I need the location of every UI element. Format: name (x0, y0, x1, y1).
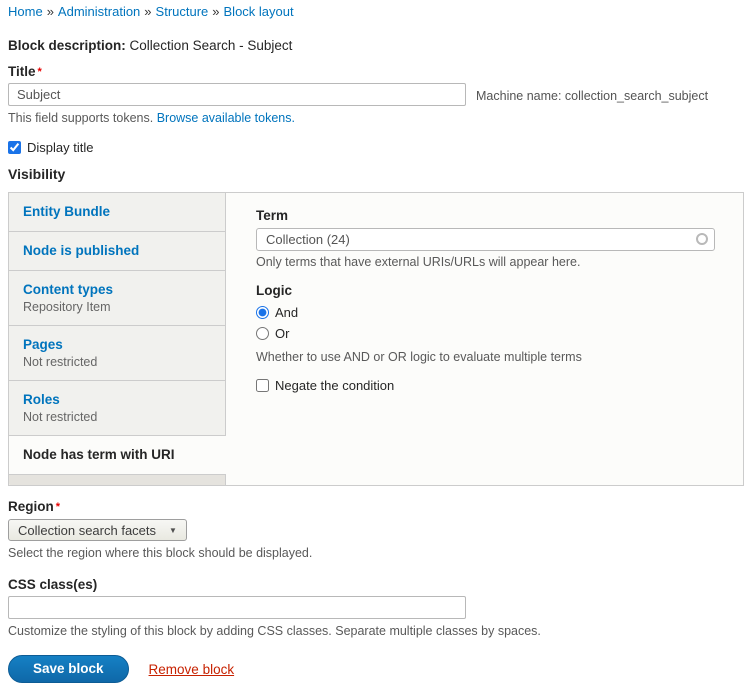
form-actions: Save block Remove block (8, 655, 745, 683)
breadcrumb: Home»Administration»Structure»Block layo… (8, 4, 745, 20)
title-label-text: Title (8, 64, 36, 79)
negate-condition-checkbox[interactable] (256, 379, 269, 392)
save-block-button[interactable]: Save block (8, 655, 129, 683)
breadcrumb-separator: » (144, 4, 151, 19)
region-label-text: Region (8, 499, 54, 514)
tab-node-has-term-with-uri[interactable]: Node has term with URI (9, 436, 226, 475)
breadcrumb-link-block-layout[interactable]: Block layout (224, 4, 294, 19)
block-description: Block description: Collection Search - S… (8, 37, 745, 55)
title-input[interactable] (8, 83, 466, 106)
region-select-value: Collection search facets (18, 523, 156, 538)
tab-menu-filler (9, 475, 225, 485)
tab-label: Roles (23, 391, 211, 409)
machine-name: Machine name: collection_search_subject (476, 89, 708, 103)
browse-tokens-link[interactable]: Browse available tokens. (157, 111, 295, 125)
tab-entity-bundle[interactable]: Entity Bundle (9, 193, 225, 232)
term-label: Term (256, 208, 715, 224)
dropdown-arrow-icon: ▼ (169, 526, 177, 535)
tab-summary: Repository Item (23, 299, 211, 315)
css-classes-label: CSS class(es) (8, 577, 745, 593)
block-description-label: Block description: (8, 38, 126, 53)
tab-summary: Not restricted (23, 354, 211, 370)
required-asterisk: * (56, 501, 60, 513)
tab-label: Content types (23, 281, 211, 299)
breadcrumb-link-structure[interactable]: Structure (156, 4, 209, 19)
display-title-label: Display title (27, 140, 93, 155)
tab-summary: Not restricted (23, 409, 211, 425)
region-select[interactable]: Collection search facets ▼ (8, 519, 187, 541)
term-description: Only terms that have external URIs/URLs … (256, 255, 715, 270)
title-help: This field supports tokens. Browse avail… (8, 111, 745, 126)
visibility-vertical-tabs: Entity Bundle Node is published Content … (8, 192, 744, 486)
logic-or-row: Or (256, 325, 715, 341)
logic-description: Whether to use AND or OR logic to evalua… (256, 350, 715, 365)
block-configure-page: Home»Administration»Structure»Block layo… (0, 0, 745, 683)
tab-node-is-published[interactable]: Node is published (9, 232, 225, 271)
tab-label: Node has term with URI (23, 446, 212, 464)
region-label: Region* (8, 499, 745, 515)
breadcrumb-separator: » (47, 4, 54, 19)
breadcrumb-link-home[interactable]: Home (8, 4, 43, 19)
node-has-term-pane: Term Only terms that have external URIs/… (226, 193, 743, 485)
tab-roles[interactable]: Roles Not restricted (9, 381, 225, 436)
logic-and-radio[interactable] (256, 306, 269, 319)
region-description: Select the region where this block shoul… (8, 546, 745, 561)
required-asterisk: * (38, 66, 42, 78)
tab-label: Pages (23, 336, 211, 354)
css-classes-input[interactable] (8, 596, 466, 619)
tab-content-types[interactable]: Content types Repository Item (9, 271, 225, 326)
tab-label: Node is published (23, 242, 211, 260)
display-title-row: Display title (8, 140, 745, 155)
tab-label: Entity Bundle (23, 203, 211, 221)
logic-and-label: And (275, 305, 298, 320)
negate-row: Negate the condition (256, 378, 715, 393)
autocomplete-throbber-icon (696, 233, 708, 245)
logic-and-row: And (256, 304, 715, 320)
visibility-heading: Visibility (8, 166, 745, 183)
title-label: Title* (8, 64, 745, 80)
breadcrumb-separator: » (212, 4, 219, 19)
logic-label: Logic (256, 283, 715, 299)
title-help-text: This field supports tokens. (8, 111, 153, 125)
negate-condition-label: Negate the condition (275, 378, 394, 393)
block-description-value: Collection Search - Subject (130, 38, 293, 53)
logic-or-radio[interactable] (256, 327, 269, 340)
vertical-tab-menu: Entity Bundle Node is published Content … (9, 193, 226, 485)
tab-pages[interactable]: Pages Not restricted (9, 326, 225, 381)
term-autocomplete-input[interactable] (256, 228, 715, 251)
breadcrumb-link-administration[interactable]: Administration (58, 4, 140, 19)
logic-or-label: Or (275, 326, 289, 341)
display-title-checkbox[interactable] (8, 141, 21, 154)
css-classes-description: Customize the styling of this block by a… (8, 624, 745, 639)
